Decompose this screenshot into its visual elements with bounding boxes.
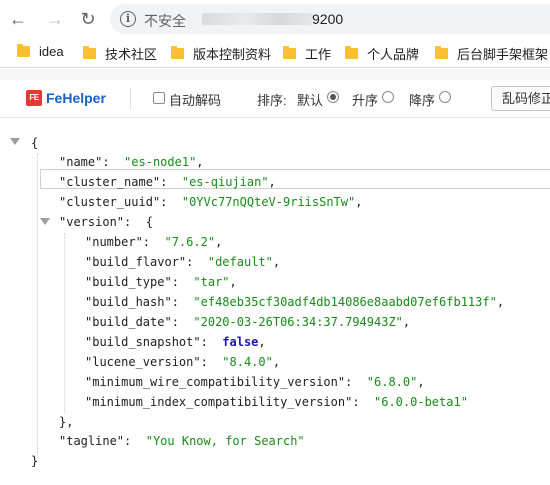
- sort-default-label[interactable]: 默认: [297, 90, 323, 109]
- json-row-cluster-name: "cluster_name": "es-qiujian",: [59, 175, 276, 189]
- toolbar-divider: [130, 88, 131, 110]
- folder-icon: [171, 46, 184, 59]
- separator-strip: [0, 69, 550, 80]
- bookmark-label: 个人品牌: [367, 47, 420, 62]
- folder-icon: [345, 46, 358, 59]
- bookmark-version-control[interactable]: 版本控制资料: [171, 44, 271, 63]
- root-close-brace: }: [31, 454, 39, 468]
- json-row-tagline: "tagline": "You Know, for Search": [59, 434, 305, 448]
- fehelper-logo[interactable]: FE FeHelper: [26, 90, 106, 106]
- folder-icon: [435, 46, 448, 59]
- address-bar: ← → ↻ i 不安全 9200: [0, 0, 550, 38]
- auto-decode-label[interactable]: 自动解码: [169, 90, 221, 109]
- folder-icon: [17, 44, 30, 57]
- json-row-version-close: },: [59, 415, 74, 429]
- fehelper-logo-icon: FE: [26, 90, 42, 106]
- folder-icon: [283, 46, 296, 59]
- sort-desc-label[interactable]: 降序: [409, 90, 435, 109]
- security-status[interactable]: 不安全: [144, 11, 186, 31]
- bookmark-label: 后台脚手架框架: [457, 47, 549, 62]
- sort-desc-radio[interactable]: [439, 91, 451, 103]
- json-row-lucene-version: "lucene_version": "8.4.0",: [85, 355, 281, 369]
- sort-asc-radio[interactable]: [382, 91, 394, 103]
- forward-arrow-icon[interactable]: →: [45, 9, 65, 29]
- json-row-number: "number": "7.6.2",: [85, 235, 223, 249]
- json-row-build-type: "build_type": "tar",: [85, 275, 237, 289]
- collapse-version-icon[interactable]: [40, 218, 50, 225]
- json-row-cluster-uuid: "cluster_uuid": "0YVc77nQQteV-9riisSnTw"…: [59, 195, 363, 209]
- sort-asc-label[interactable]: 升序: [352, 90, 378, 109]
- bookmark-tech-community[interactable]: 技术社区: [83, 44, 157, 63]
- bookmark-label: 工作: [305, 47, 332, 62]
- auto-decode-checkbox[interactable]: [153, 92, 165, 104]
- info-icon[interactable]: i: [120, 11, 136, 27]
- url-redacted: [202, 13, 312, 25]
- fehelper-toolbar: FE FeHelper 自动解码 排序: 默认 升序 降序 乱码修正: [0, 80, 550, 118]
- json-row-version: "version": {: [59, 215, 153, 229]
- sort-label: 排序:: [257, 93, 287, 108]
- json-row-min-wire-version: "minimum_wire_compatibility_version": "6…: [85, 375, 425, 389]
- bookmark-label: 版本控制资料: [193, 47, 272, 62]
- bookmark-label: idea: [39, 44, 64, 59]
- bookmark-personal-brand[interactable]: 个人品牌: [345, 44, 419, 63]
- json-row-build-flavor: "build_flavor": "default",: [85, 255, 281, 269]
- url-text[interactable]: 9200: [312, 11, 343, 27]
- sort-default-radio[interactable]: [327, 91, 339, 103]
- back-arrow-icon[interactable]: ←: [8, 9, 28, 29]
- json-row-min-index-version: "minimum_index_compatibility_version": "…: [85, 395, 468, 409]
- omnibox[interactable]: i 不安全 9200: [110, 4, 550, 34]
- bookmark-work[interactable]: 工作: [283, 44, 331, 63]
- folder-icon: [83, 46, 96, 59]
- version-indent-guide: [64, 233, 65, 413]
- bookmark-idea[interactable]: idea: [17, 44, 64, 59]
- root-indent-guide: [37, 153, 38, 455]
- json-row-build-hash: "build_hash": "ef48eb35cf30adf4db14086e8…: [85, 295, 505, 309]
- fehelper-logo-text: FeHelper: [46, 90, 106, 106]
- fix-encoding-button[interactable]: 乱码修正: [491, 86, 550, 111]
- bookmark-admin-scaffold[interactable]: 后台脚手架框架: [435, 44, 548, 63]
- bookmark-label: 技术社区: [105, 47, 158, 62]
- json-viewer: { "name": "es-node1", "cluster_name": "e…: [0, 128, 550, 485]
- root-open-brace: {: [31, 136, 39, 150]
- collapse-root-icon[interactable]: [10, 138, 20, 145]
- reload-icon[interactable]: ↻: [78, 9, 98, 29]
- bookmarks-bar: idea 技术社区 版本控制资料 工作 个人品牌 后台脚手架框架: [0, 38, 550, 68]
- json-row-build-snapshot: "build_snapshot": false,: [85, 335, 266, 349]
- json-row-build-date: "build_date": "2020-03-26T06:34:37.79494…: [85, 315, 411, 329]
